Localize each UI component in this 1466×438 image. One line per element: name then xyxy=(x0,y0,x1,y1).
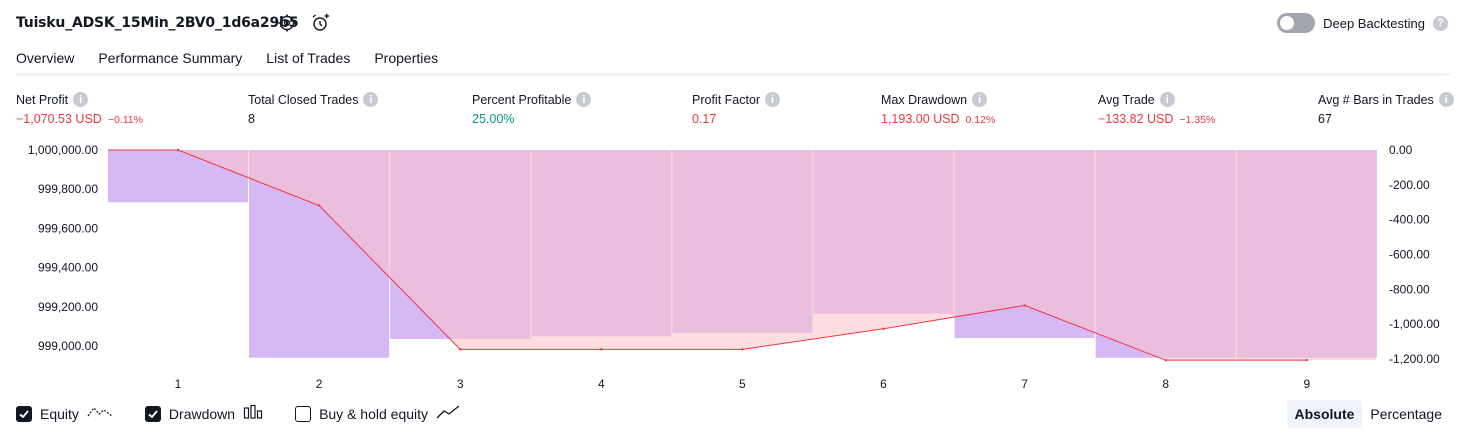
metric-value: 8 xyxy=(248,112,255,126)
left-axis-tick: 999,000.00 xyxy=(38,339,98,353)
scale-mode-toggle: Absolute Percentage xyxy=(1286,400,1451,428)
legend-label: Buy & hold equity xyxy=(319,405,429,422)
info-icon[interactable]: i xyxy=(363,92,379,107)
equity-point xyxy=(317,204,321,207)
tab-properties[interactable]: Properties xyxy=(374,46,438,74)
right-axis-tick: -600.00 xyxy=(1389,248,1430,262)
equity-point xyxy=(176,148,180,152)
gear-icon[interactable] xyxy=(277,13,297,33)
right-axis-tick: -1,000.00 xyxy=(1389,317,1440,331)
x-axis-tick: 7 xyxy=(1021,377,1028,391)
right-axis-tick: -400.00 xyxy=(1389,213,1430,227)
deep-backtesting-label: Deep Backtesting xyxy=(1323,15,1425,31)
info-icon[interactable]: i xyxy=(765,92,781,107)
metric-net-profit: Net Profit i −1,070.53 USD −0.11% xyxy=(16,92,143,126)
tab-list-of-trades[interactable]: List of Trades xyxy=(266,46,350,74)
metric-profit-factor: Profit Factor i 0.17 xyxy=(692,92,781,126)
strategy-name: Tuisku_ADSK_15Min_2BV0_1d6a29b5 xyxy=(16,15,299,31)
toggle-knob xyxy=(1280,16,1295,30)
x-axis-tick: 4 xyxy=(598,377,605,391)
tabs-divider xyxy=(16,73,1450,76)
metric-value: 0.17 xyxy=(692,112,717,126)
left-axis-tick: 999,600.00 xyxy=(38,221,98,235)
tab-performance-summary[interactable]: Performance Summary xyxy=(98,46,242,74)
left-axis-tick: 1,000,000.00 xyxy=(28,143,98,157)
equity-point xyxy=(1023,304,1026,307)
x-axis-tick: 1 xyxy=(175,377,182,391)
right-axis-tick: 0.00 xyxy=(1389,143,1413,157)
absolute-button[interactable]: Absolute xyxy=(1286,400,1363,428)
right-axis-tick: -200.00 xyxy=(1389,178,1430,192)
metric-avg-trade: Avg Trade i −133.82 USD −1.35% xyxy=(1098,92,1215,126)
metric-value: −1,070.53 USD xyxy=(16,112,102,126)
legend-equity[interactable]: Equity xyxy=(16,404,113,423)
chart-legend: Equity Drawdown Buy & hold equity xyxy=(16,404,492,423)
legend-label: Equity xyxy=(40,405,79,422)
left-axis-tick: 999,200.00 xyxy=(38,300,98,314)
metric-label: Net Profit xyxy=(16,92,69,107)
metric-percent: −1.35% xyxy=(1179,114,1216,126)
equity-point xyxy=(1305,358,1309,362)
info-icon[interactable]: i xyxy=(576,92,592,107)
legend-label: Drawdown xyxy=(168,405,236,422)
checkbox-equity[interactable] xyxy=(16,405,32,422)
metrics-row: Net Profit i −1,070.53 USD −0.11% Total Cl… xyxy=(0,92,1466,132)
info-icon[interactable]: i xyxy=(73,92,89,107)
legend-buy-hold[interactable]: Buy & hold equity xyxy=(295,404,460,423)
checkbox-drawdown[interactable] xyxy=(144,405,161,422)
equity-line-icon xyxy=(87,404,113,423)
percentage-button[interactable]: Percentage xyxy=(1362,400,1450,428)
left-axis-tick: 999,400.00 xyxy=(38,261,98,275)
equity-point xyxy=(882,327,885,330)
x-axis-tick: 5 xyxy=(739,377,746,391)
equity-point xyxy=(459,348,462,351)
metric-value: 25.00% xyxy=(472,112,515,126)
tab-overview[interactable]: Overview xyxy=(16,46,75,76)
equity-point xyxy=(741,348,744,351)
metric-percent: 0.12% xyxy=(965,114,996,126)
info-icon[interactable]: i xyxy=(1159,92,1175,107)
metric-percent: −0.11% xyxy=(107,114,143,126)
deep-backtesting-toggle[interactable] xyxy=(1277,13,1316,33)
metric-total-closed-trades: Total Closed Trades i 8 xyxy=(248,92,379,126)
equity-drawdown-chart: 1,000,000.00 999,800.00 999,600.00 999,400.… xyxy=(28,143,1440,391)
buy-hold-line-icon xyxy=(436,404,460,423)
legend-drawdown[interactable]: Drawdown xyxy=(144,404,263,423)
metric-label: Avg Trade xyxy=(1098,92,1155,107)
right-axis-tick: -1,200.00 xyxy=(1389,352,1440,366)
equity-point xyxy=(600,348,603,351)
metric-label: Avg # Bars in Trades xyxy=(1318,92,1434,107)
right-axis-tick: -800.00 xyxy=(1389,282,1430,296)
metric-value: −133.82 USD xyxy=(1098,112,1174,126)
metric-label: Percent Profitable xyxy=(472,92,572,107)
metric-label: Max Drawdown xyxy=(881,92,968,107)
metric-label: Total Closed Trades xyxy=(248,92,359,107)
x-axis-tick: 9 xyxy=(1303,377,1310,391)
drawdown-bars-icon xyxy=(243,404,263,423)
metric-value: 67 xyxy=(1318,112,1332,126)
help-icon[interactable]: ? xyxy=(1433,15,1448,31)
x-axis-tick: 2 xyxy=(316,377,323,391)
metric-max-drawdown: Max Drawdown i 1,193.00 USD 0.12% xyxy=(881,92,995,126)
x-axis-tick: 6 xyxy=(880,377,887,391)
add-alert-icon[interactable] xyxy=(310,13,330,33)
info-icon[interactable]: i xyxy=(1438,92,1454,107)
metric-label: Profit Factor xyxy=(692,92,761,107)
metric-percent-profitable: Percent Profitable i 25.00% xyxy=(472,92,592,126)
info-icon[interactable]: i xyxy=(972,92,988,107)
checkbox-buy-hold[interactable] xyxy=(295,405,312,422)
report-tabs: Overview Performance Summary List of Tra… xyxy=(16,46,462,76)
metric-value: 1,193.00 USD xyxy=(881,112,960,126)
equity-point xyxy=(1164,358,1167,362)
deep-backtesting-control: Deep Backtesting ? xyxy=(1277,13,1448,33)
strategy-header: Tuisku_ADSK_15Min_2BV0_1d6a29b5 Deep Bac… xyxy=(0,0,1466,48)
metric-avg-bars-in-trades: Avg # Bars in Trades i 67 xyxy=(1318,92,1454,126)
left-axis-tick: 999,800.00 xyxy=(38,182,98,196)
x-axis-tick: 8 xyxy=(1162,377,1169,391)
x-axis-tick: 3 xyxy=(457,377,464,391)
